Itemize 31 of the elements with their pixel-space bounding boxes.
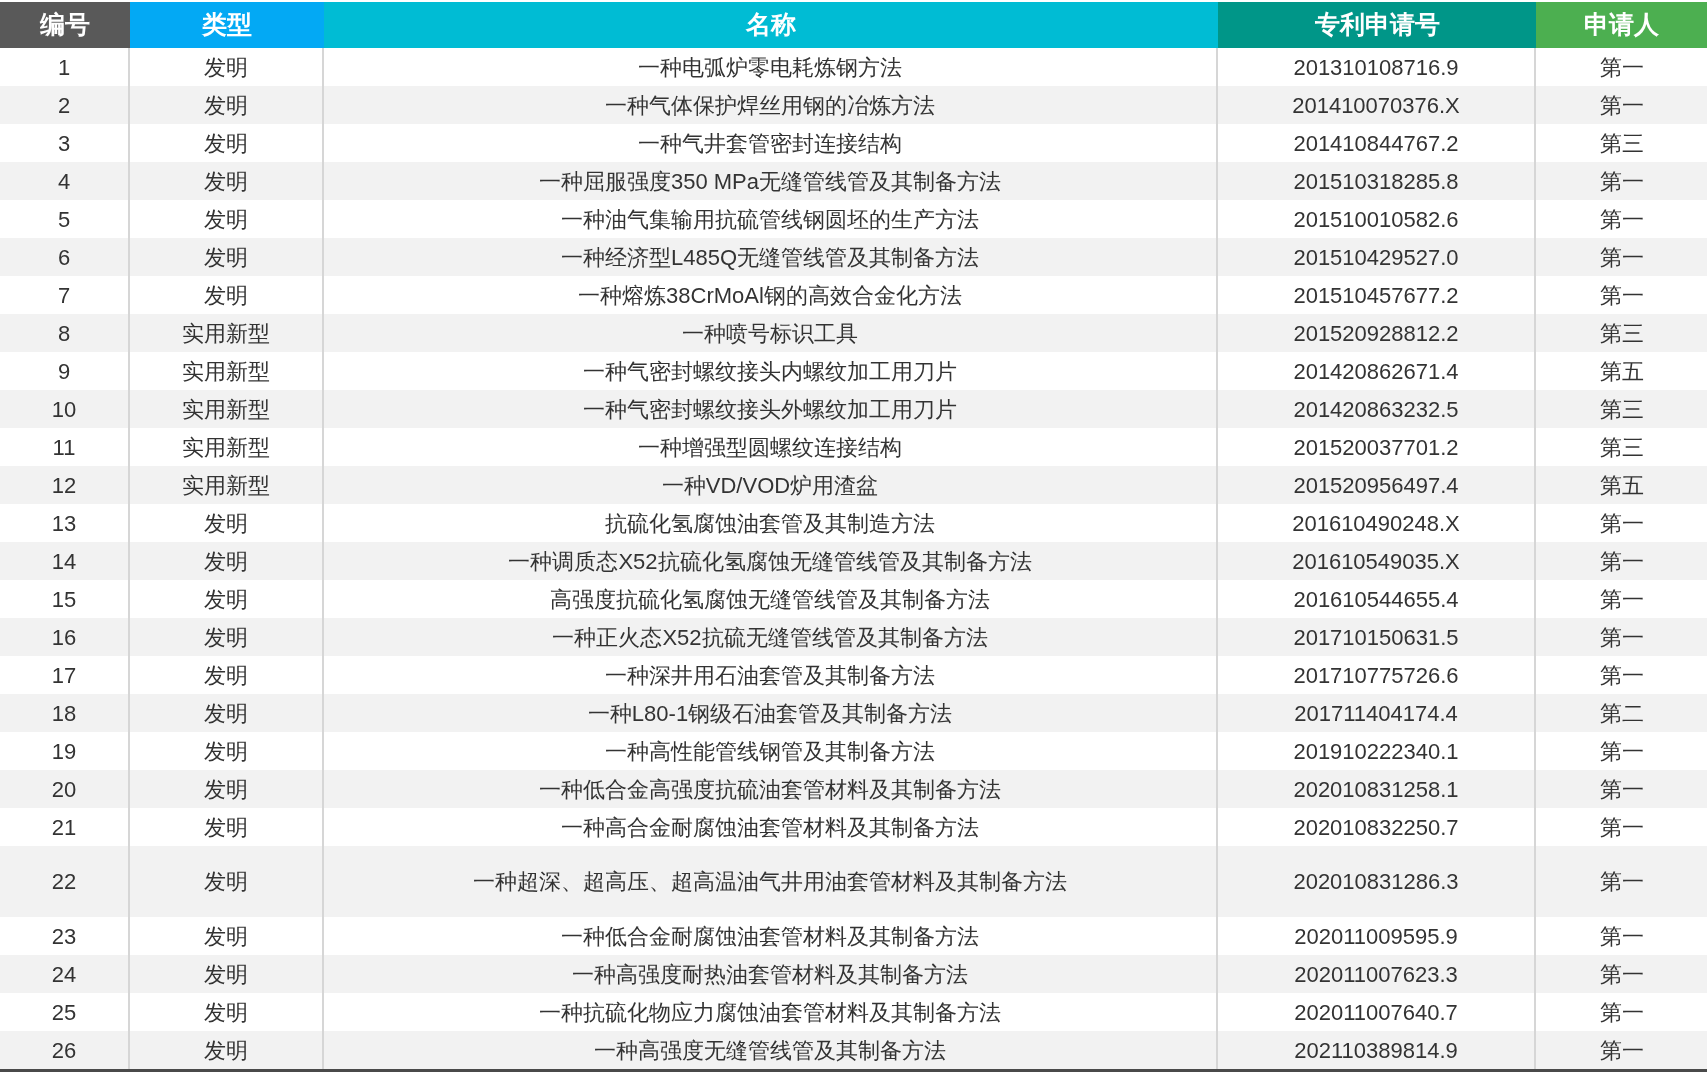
table-cell-text: 第一 <box>1598 960 1645 989</box>
table-cell-text: 第一 <box>1598 623 1645 652</box>
table-cell-text: 第一 <box>1598 509 1645 538</box>
column-header: 名称 <box>324 2 1218 48</box>
table-cell-text: 第一 <box>1598 775 1645 804</box>
table-cell-text: 第一 <box>1598 547 1645 576</box>
table-cell-text: 第一 <box>1598 661 1645 690</box>
table-cell-text: 第一 <box>1598 91 1645 120</box>
table-cell-text: 第一 <box>1598 281 1645 310</box>
table-cell-text: 第一 <box>1598 585 1645 614</box>
table-cell-text: 第三 <box>1598 395 1645 424</box>
table-cell-text: 第一 <box>1598 53 1645 82</box>
table-cell-text: 第一 <box>1598 205 1645 234</box>
table-cell-text: 第三 <box>1598 433 1645 462</box>
table-cell-text: 第一 <box>1598 1036 1645 1065</box>
table-cell-text: 第一 <box>1598 813 1645 842</box>
table-cell-text: 第二 <box>1598 699 1645 728</box>
table-cell-text: 第一 <box>1598 868 1645 896</box>
table-cell-text: 第一 <box>1598 167 1645 196</box>
column-header: 编号 <box>0 2 130 48</box>
table-cell-text: 第五 <box>1598 357 1645 386</box>
column-header: 类型 <box>130 2 324 48</box>
table-cell-text: 第一 <box>1598 243 1645 272</box>
table-cell-text: 第一 <box>1598 998 1645 1027</box>
table-cell-text: 第五 <box>1598 471 1645 500</box>
column-header: 专利申请号 <box>1218 2 1536 48</box>
column-header: 申请人 <box>1536 2 1707 48</box>
table-cell-text: 第一 <box>1598 737 1645 766</box>
table-cell-text: 第一 <box>1598 922 1645 951</box>
table-cell-text: 第三 <box>1598 319 1645 348</box>
table-cell-text: 第三 <box>1598 129 1645 158</box>
